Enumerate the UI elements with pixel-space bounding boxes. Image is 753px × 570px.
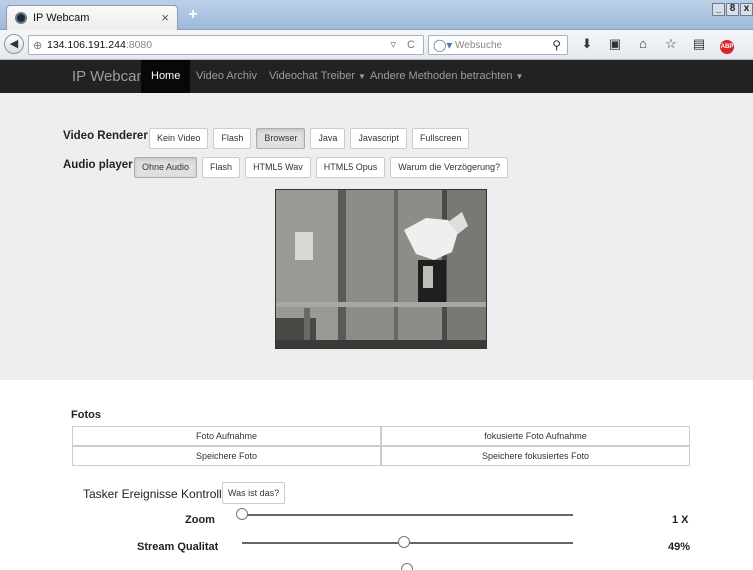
- stream-quality-value: 49%: [668, 541, 691, 553]
- audio-html5-opus-button[interactable]: HTML5 Opus: [315, 157, 386, 178]
- audio-delay-help-button[interactable]: Warum die Verzögerung?: [390, 157, 508, 178]
- renderer-java-button[interactable]: Java: [310, 128, 346, 149]
- caret-down-icon: ▼: [358, 72, 366, 81]
- browser-toolbar: ◀ ⊕ 134.106.191.244:8080 ▿ C ◯▾ Websuche…: [0, 30, 753, 60]
- search-engine-icon[interactable]: ◯▾: [433, 38, 452, 52]
- zoom-value: 1 X: [672, 514, 689, 526]
- renderer-flash-button[interactable]: Flash: [213, 128, 252, 149]
- reload-icon[interactable]: ▿ C: [390, 38, 419, 51]
- browser-titlebar: IP Webcam × + _ 8 x: [0, 0, 753, 30]
- stream-quality-slider-handle[interactable]: [398, 536, 411, 548]
- audio-flash-button[interactable]: Flash: [202, 157, 241, 178]
- photos-section-title: Fotos: [71, 409, 101, 421]
- stream-quality-label: Stream Qualitat: [137, 541, 219, 553]
- audio-html5-wav-button[interactable]: HTML5 Wav: [245, 157, 311, 178]
- nav-home[interactable]: Home: [141, 60, 191, 93]
- minimize-button[interactable]: _: [712, 3, 725, 16]
- video-renderer-buttons: Kein Video Flash Browser Java Javascript…: [149, 128, 474, 149]
- webcam-video-stream[interactable]: [275, 189, 487, 349]
- adblock-icon[interactable]: ABP: [720, 36, 734, 54]
- search-bar[interactable]: ◯▾ Websuche ⚲: [428, 35, 568, 55]
- audio-player-buttons: Ohne Audio Flash HTML5 Wav HTML5 Opus Wa…: [134, 157, 513, 178]
- close-tab-icon[interactable]: ×: [161, 10, 169, 25]
- download-icon[interactable]: ⬇: [580, 36, 594, 54]
- nav-andere-methoden[interactable]: Andere Methoden betrachten ▼: [370, 60, 523, 93]
- address-bar[interactable]: ⊕ 134.106.191.244:8080 ▿ C: [28, 35, 424, 55]
- close-window-button[interactable]: x: [740, 3, 753, 16]
- video-renderer-label: Video Renderer: [63, 130, 148, 142]
- renderer-javascript-button[interactable]: Javascript: [350, 128, 407, 149]
- take-photo-button[interactable]: Foto Aufnahme: [72, 426, 381, 446]
- tasker-help-button[interactable]: Was ist das?: [222, 482, 286, 504]
- tasker-events-dropdown[interactable]: Tasker Ereignisse Kontrolle▼: [83, 487, 239, 501]
- audio-player-label: Audio player: [63, 159, 133, 171]
- webcam-favicon-icon: [15, 12, 27, 24]
- url-text: 134.106.191.244:8080: [47, 39, 153, 51]
- nav-videochat-treiber[interactable]: Videochat Treiber ▼: [269, 60, 366, 93]
- zoom-slider-handle[interactable]: [236, 508, 248, 520]
- renderer-browser-button[interactable]: Browser: [256, 128, 306, 149]
- new-tab-button[interactable]: +: [182, 7, 204, 25]
- renderer-fullscreen-button[interactable]: Fullscreen: [411, 128, 470, 149]
- search-icon[interactable]: ⚲: [552, 38, 561, 52]
- brand-title[interactable]: IP Webcam: [72, 68, 149, 85]
- audio-ohne-audio-button[interactable]: Ohne Audio: [134, 157, 198, 178]
- take-focused-photo-button[interactable]: fokusierte Foto Aufnahme: [381, 426, 690, 446]
- tab-title: IP Webcam: [33, 12, 90, 24]
- youtube-icon[interactable]: ▣: [608, 36, 622, 54]
- toolbar-icons: ⬇ ▣ ⌂ ☆ ▤ ABP ≡: [580, 36, 753, 54]
- window-controls: _ 8 x: [712, 3, 753, 16]
- bookmark-star-icon[interactable]: ☆: [664, 36, 678, 54]
- clipboard-icon[interactable]: ▤: [692, 36, 706, 54]
- globe-icon: ⊕: [33, 40, 43, 52]
- zoom-slider-track[interactable]: [242, 514, 573, 516]
- webcam-frame-image: [276, 190, 486, 348]
- save-photo-button[interactable]: Speichere Foto: [72, 446, 381, 466]
- search-placeholder: Websuche: [455, 40, 503, 51]
- back-arrow-icon[interactable]: ◀: [4, 34, 24, 54]
- caret-down-icon: ▼: [515, 72, 524, 81]
- renderer-kein-video-button[interactable]: Kein Video: [149, 128, 209, 149]
- maximize-button[interactable]: 8: [726, 3, 739, 16]
- zoom-label: Zoom: [185, 514, 215, 526]
- viewer-panel: Video Renderer Kein Video Flash Browser …: [0, 93, 753, 380]
- nav-video-archiv[interactable]: Video Archiv: [196, 60, 257, 93]
- third-slider-handle[interactable]: [401, 563, 413, 570]
- save-focused-photo-button[interactable]: Speichere fokusiertes Foto: [381, 446, 690, 466]
- page-navbar: IP Webcam Home Video Archiv Videochat Tr…: [0, 60, 753, 93]
- home-icon[interactable]: ⌂: [636, 36, 650, 54]
- browser-tab[interactable]: IP Webcam ×: [6, 5, 178, 30]
